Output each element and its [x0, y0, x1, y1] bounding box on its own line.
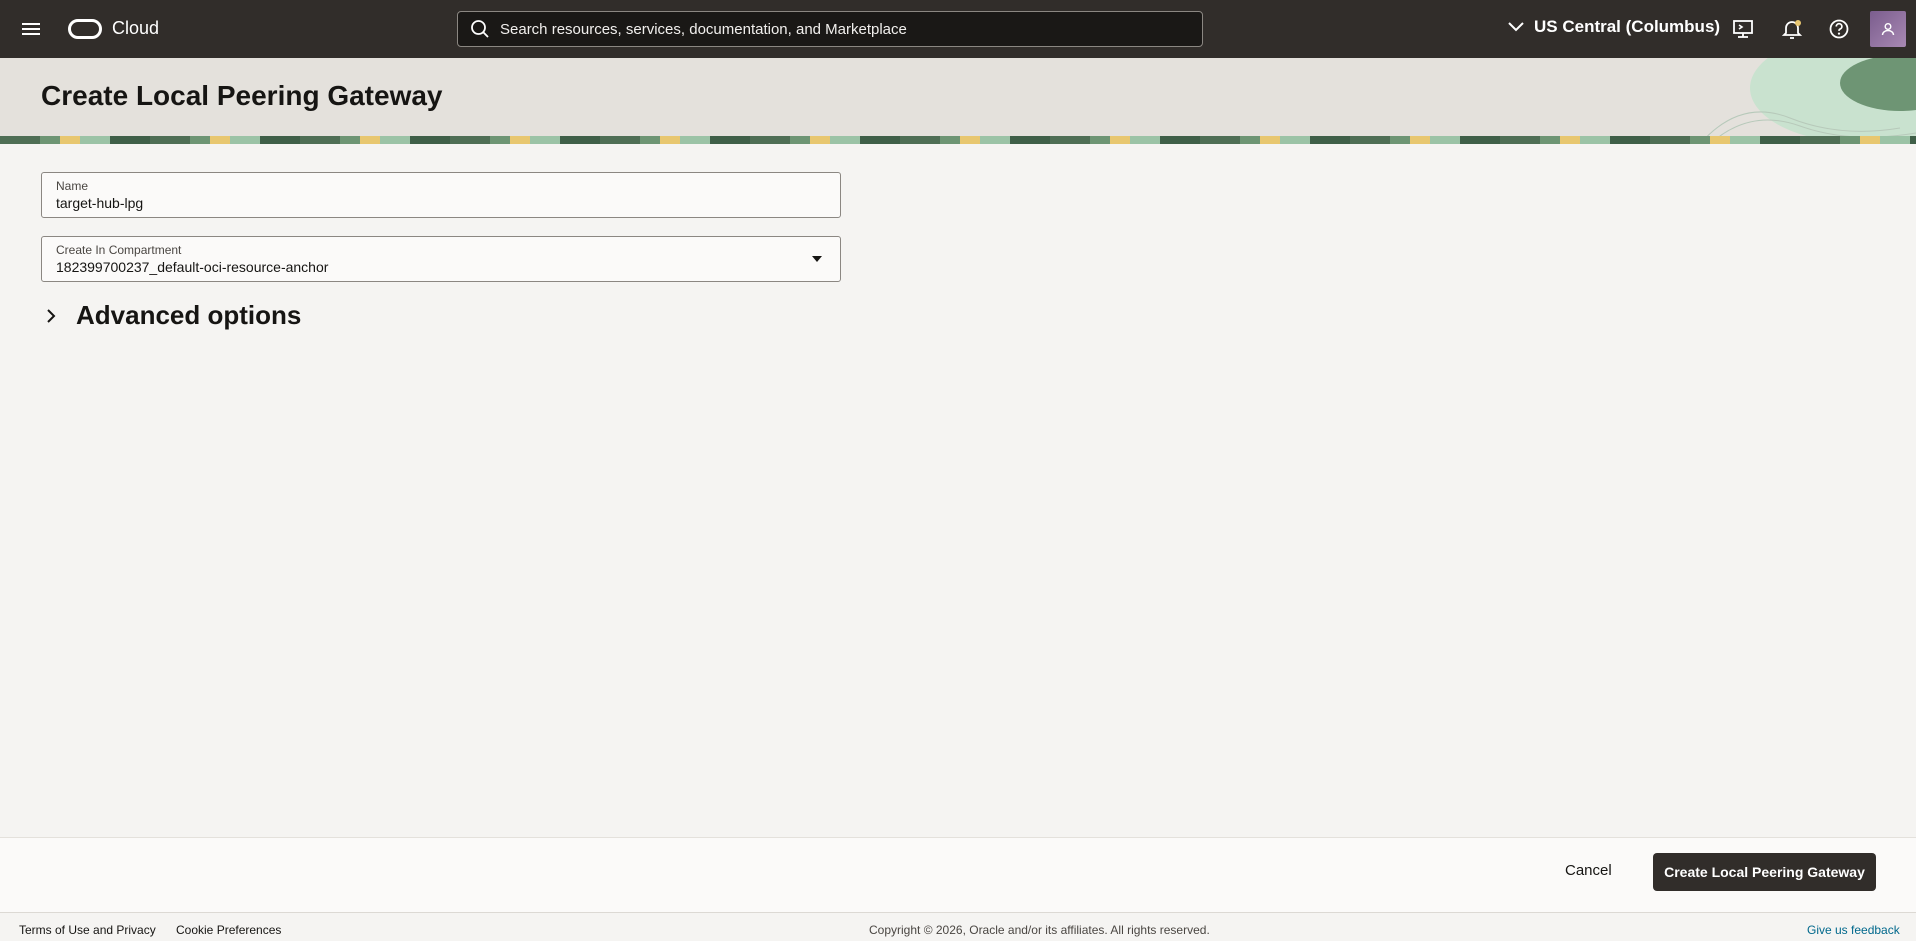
user-icon [1881, 23, 1895, 36]
region-selector[interactable]: US Central (Columbus) [1508, 17, 1720, 37]
cookie-preferences-link[interactable]: Cookie Preferences [176, 923, 281, 937]
form-action-bar: Cancel Create Local Peering Gateway [0, 837, 1916, 912]
decorative-banner-art [1700, 58, 1916, 144]
give-feedback-link[interactable]: Give us feedback [1807, 923, 1900, 937]
page-header: Create Local Peering Gateway [0, 58, 1916, 144]
menu-icon[interactable] [22, 20, 44, 38]
region-label: US Central (Columbus) [1534, 17, 1721, 36]
advanced-options-label: Advanced options [76, 300, 302, 330]
terms-link[interactable]: Terms of Use and Privacy [19, 923, 156, 937]
chevron-down-icon [1508, 22, 1524, 32]
oracle-cloud-logo[interactable]: Cloud [68, 18, 159, 39]
cancel-button[interactable]: Cancel [1565, 862, 1612, 879]
chevron-right-icon [47, 308, 56, 323]
name-field-label: Name [56, 179, 89, 193]
search-bar[interactable] [457, 11, 1203, 47]
top-navigation-bar: Cloud US Central (Columbus) [0, 0, 1916, 58]
copyright-text: Copyright © 2026, Oracle and/or its affi… [869, 923, 1210, 937]
search-input[interactable] [500, 20, 1180, 38]
page-footer: Terms of Use and Privacy Cookie Preferen… [0, 912, 1916, 941]
decorative-banner-strip [0, 136, 1916, 144]
oracle-logo-icon [68, 18, 102, 39]
notifications-bell-icon[interactable] [1781, 18, 1803, 40]
dropdown-caret-icon[interactable] [812, 256, 822, 262]
compartment-select-value[interactable]: 182399700237_default-oci-resource-anchor [56, 259, 328, 275]
brand-label: Cloud [112, 18, 160, 38]
user-profile-avatar[interactable] [1870, 11, 1906, 47]
create-local-peering-gateway-button[interactable]: Create Local Peering Gateway [1653, 853, 1876, 891]
name-field-value[interactable]: target-hub-lpg [56, 195, 143, 211]
advanced-options-toggle[interactable]: Advanced options [44, 300, 301, 331]
help-icon[interactable] [1828, 18, 1850, 40]
cloud-shell-icon[interactable] [1732, 18, 1754, 40]
compartment-select-label: Create In Compartment [56, 243, 182, 257]
search-icon [471, 20, 489, 38]
page-title: Create Local Peering Gateway [41, 80, 443, 111]
name-field[interactable]: Name target-hub-lpg [41, 172, 841, 218]
compartment-select[interactable]: Create In Compartment 182399700237_defau… [41, 236, 841, 282]
